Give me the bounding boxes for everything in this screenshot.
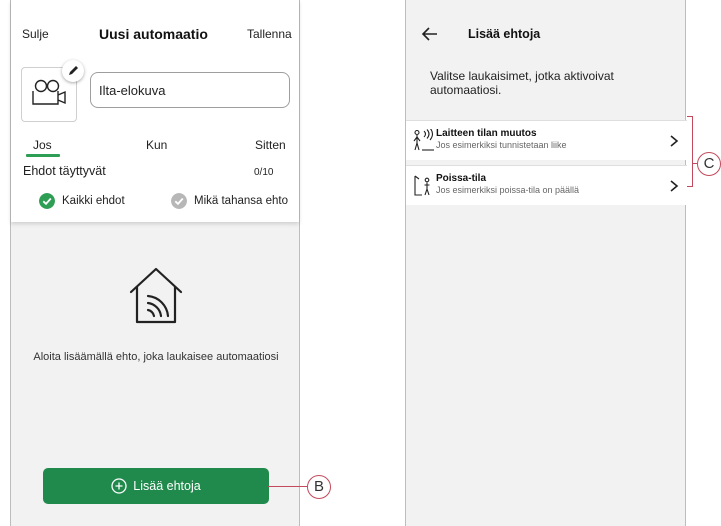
add-conditions-button[interactable]: Lisää ehtoja bbox=[43, 468, 269, 504]
trigger-subtitle: Jos esimerkiksi poissa-tila on päällä bbox=[436, 185, 580, 195]
page-title: Uusi automaatio bbox=[99, 26, 208, 42]
tab-sitten[interactable]: Sitten bbox=[255, 138, 286, 152]
person-motion-icon bbox=[413, 129, 434, 151]
add-circle-icon bbox=[111, 478, 127, 494]
add-conditions-screen: Lisää ehtoja Valitse laukaisimet, jotka … bbox=[405, 0, 687, 526]
conditions-label: Ehdot täyttyvät bbox=[23, 164, 106, 178]
all-conditions-label: Kaikki ehdot bbox=[62, 195, 125, 207]
save-button[interactable]: Tallenna bbox=[247, 27, 292, 41]
automation-name-input[interactable] bbox=[90, 72, 290, 108]
chevron-right-icon bbox=[670, 135, 679, 147]
back-arrow-icon[interactable] bbox=[420, 24, 440, 44]
page-title: Lisää ehtoja bbox=[468, 27, 541, 41]
edit-image-button[interactable] bbox=[62, 60, 84, 82]
trigger-title: Poissa-tila bbox=[436, 173, 487, 184]
trigger-device-state-change[interactable]: Laitteen tilan muutos Jos esimerkiksi tu… bbox=[406, 120, 687, 160]
tab-jos[interactable]: Jos bbox=[33, 138, 52, 152]
callout-b: B bbox=[307, 475, 331, 499]
checkmark-icon bbox=[171, 193, 187, 209]
page-description: Valitse laukaisimet, jotka aktivoivat au… bbox=[430, 69, 614, 97]
trigger-away-mode[interactable]: Poissa-tila Jos esimerkiksi poissa-tila … bbox=[406, 165, 687, 205]
trigger-title: Laitteen tilan muutos bbox=[436, 128, 537, 139]
trigger-subtitle: Jos esimerkiksi tunnistetaan liike bbox=[436, 140, 567, 150]
conditions-count: 0/10 bbox=[254, 167, 274, 178]
callout-c: C bbox=[697, 152, 721, 176]
any-condition-label: Mikä tahansa ehto bbox=[194, 195, 288, 207]
tab-kun[interactable]: Kun bbox=[146, 138, 167, 152]
close-button[interactable]: Sulje bbox=[22, 27, 49, 41]
checkmark-icon bbox=[39, 193, 55, 209]
callout-b-line bbox=[268, 486, 308, 487]
active-tab-indicator bbox=[26, 154, 60, 157]
callout-c-bracket bbox=[687, 116, 693, 187]
pencil-icon bbox=[69, 66, 78, 75]
new-automation-screen: Sulje Uusi automaatio Tallenna Jos Kun S… bbox=[10, 0, 300, 526]
empty-state-text: Aloita lisäämällä ehto, joka laukaisee a… bbox=[33, 351, 279, 363]
automation-header-card: Sulje Uusi automaatio Tallenna Jos Kun S… bbox=[11, 0, 299, 222]
home-automation-icon bbox=[129, 267, 183, 324]
add-conditions-label: Lisää ehtoja bbox=[133, 479, 201, 493]
away-mode-icon bbox=[414, 175, 430, 196]
chevron-right-icon bbox=[670, 180, 679, 192]
